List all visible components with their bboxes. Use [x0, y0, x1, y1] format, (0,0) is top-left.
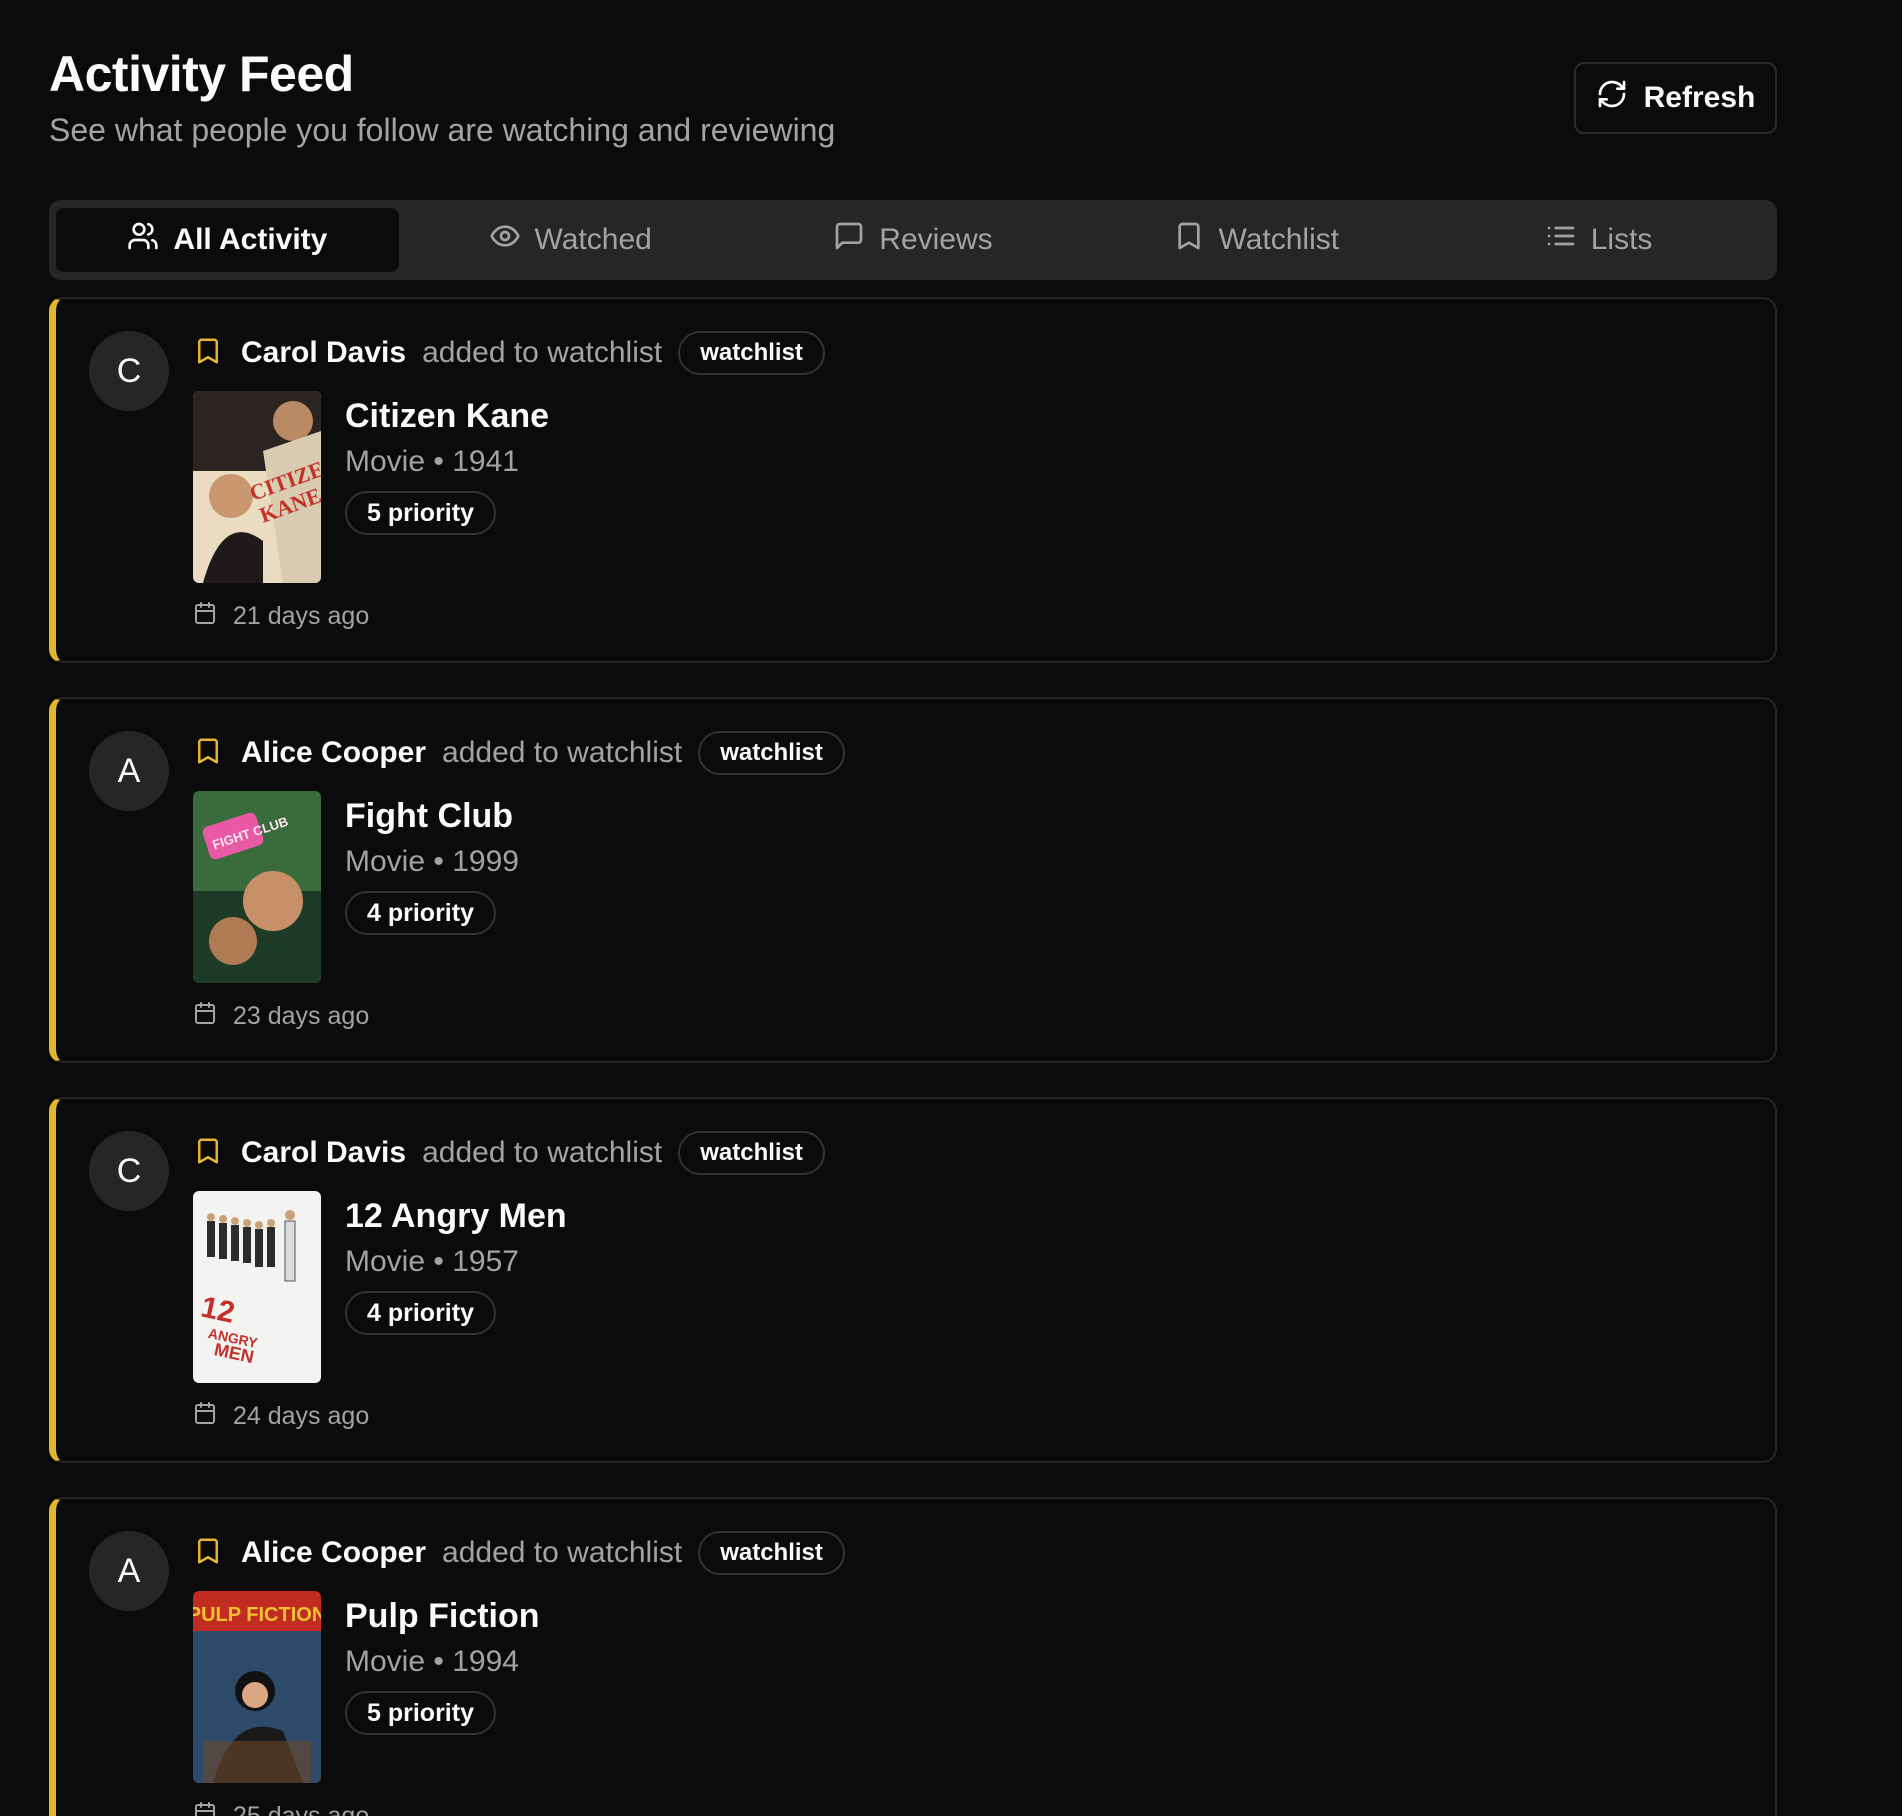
action-text: added to watchlist — [442, 736, 683, 769]
svg-text:PULP FICTION: PULP FICTION — [193, 1604, 321, 1626]
user-name-link[interactable]: Alice Cooper — [241, 1536, 426, 1570]
bookmark-icon — [193, 736, 241, 771]
media-meta: Movie • 1999 — [345, 845, 519, 878]
activity-type-badge: watchlist — [698, 1531, 845, 1575]
activity-timestamp: 24 days ago — [233, 1402, 370, 1430]
list-icon — [1545, 220, 1577, 260]
activity-timestamp: 21 days ago — [233, 602, 370, 630]
tab-label: All Activity — [173, 223, 328, 256]
media-meta: Movie • 1941 — [345, 445, 519, 478]
media-meta: Movie • 1994 — [345, 1645, 519, 1678]
avatar[interactable]: A — [89, 1531, 169, 1611]
tab-label: Reviews — [879, 223, 993, 256]
bookmark-icon — [1173, 220, 1205, 260]
user-name-link[interactable]: Carol Davis — [241, 336, 406, 370]
avatar[interactable]: C — [89, 1131, 169, 1211]
avatar[interactable]: C — [89, 331, 169, 411]
refresh-label: Refresh — [1643, 81, 1756, 114]
avatar[interactable]: A — [89, 731, 169, 811]
message-icon — [833, 220, 865, 260]
activity-feed-page: Activity Feed See what people you follow… — [0, 0, 1902, 1816]
tab-label: Lists — [1590, 223, 1653, 256]
page-header: Activity Feed See what people you follow… — [49, 44, 1777, 200]
activity-type-badge: watchlist — [698, 731, 845, 775]
activity-timestamp: 25 days ago — [233, 1802, 370, 1816]
activity-type-badge: watchlist — [678, 1131, 825, 1175]
priority-badge: 4 priority — [345, 891, 496, 935]
activity-timestamp: 23 days ago — [233, 1002, 370, 1030]
media-title-link[interactable]: 12 Angry Men — [345, 1195, 567, 1237]
12-angry-men-poster[interactable]: 12 ANGRY MEN — [193, 1191, 321, 1383]
tab-reviews[interactable]: Reviews — [742, 208, 1085, 272]
bookmark-icon — [193, 1536, 241, 1571]
activity-tabs: All Activity Watched Reviews Watchlist L… — [49, 200, 1777, 280]
calendar-icon — [193, 1001, 233, 1032]
bookmark-icon — [193, 1136, 241, 1171]
tab-watchlist[interactable]: Watchlist — [1084, 208, 1427, 272]
tab-watched[interactable]: Watched — [399, 208, 742, 272]
tab-label: Watched — [534, 223, 652, 256]
eye-icon — [489, 220, 521, 260]
svg-text:12: 12 — [198, 1291, 238, 1330]
fight-club-poster[interactable]: FIGHT CLUB — [193, 791, 321, 983]
media-meta: Movie • 1957 — [345, 1245, 519, 1278]
priority-badge: 5 priority — [345, 491, 496, 535]
media-title-link[interactable]: Pulp Fiction — [345, 1595, 540, 1637]
tab-label: Watchlist — [1218, 223, 1340, 256]
activity-card: A Alice Cooper added to watchlist watchl… — [49, 1497, 1777, 1816]
pulp-fiction-poster[interactable]: PULP FICTION — [193, 1591, 321, 1783]
calendar-icon — [193, 1801, 233, 1816]
media-title-link[interactable]: Citizen Kane — [345, 395, 549, 437]
action-text: added to watchlist — [422, 1136, 663, 1169]
tab-all-activity[interactable]: All Activity — [56, 208, 399, 272]
page-title: Activity Feed — [49, 46, 354, 102]
activity-card: A Alice Cooper added to watchlist watchl… — [49, 697, 1777, 1063]
calendar-icon — [193, 1401, 233, 1432]
action-text: added to watchlist — [442, 1536, 683, 1569]
tab-lists[interactable]: Lists — [1427, 208, 1770, 272]
calendar-icon — [193, 601, 233, 632]
refresh-button[interactable]: Refresh — [1574, 62, 1777, 134]
activity-type-badge: watchlist — [678, 331, 825, 375]
user-name-link[interactable]: Carol Davis — [241, 1136, 406, 1170]
bookmark-icon — [193, 336, 241, 371]
user-name-link[interactable]: Alice Cooper — [241, 736, 426, 770]
activity-feed-list: C Carol Davis added to watchlist watchli… — [49, 297, 1853, 1816]
media-title-link[interactable]: Fight Club — [345, 795, 519, 837]
activity-card: C Carol Davis added to watchlist watchli… — [49, 297, 1777, 663]
action-text: added to watchlist — [422, 336, 663, 369]
activity-card: C Carol Davis added to watchlist watchli… — [49, 1097, 1777, 1463]
priority-badge: 4 priority — [345, 1291, 496, 1335]
refresh-icon — [1596, 78, 1628, 118]
users-icon — [127, 220, 159, 260]
citizen-kane-poster[interactable]: CITIZEN KANE — [193, 391, 321, 583]
priority-badge: 5 priority — [345, 1691, 496, 1735]
page-subtitle: See what people you follow are watching … — [49, 112, 836, 148]
